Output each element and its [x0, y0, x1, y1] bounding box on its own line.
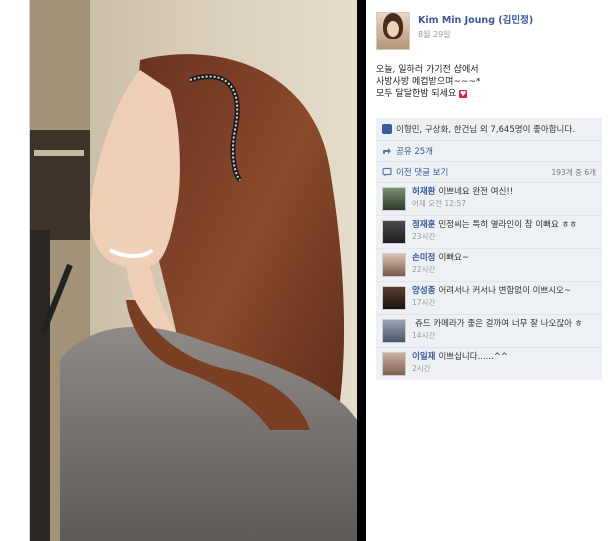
commenter-name[interactable]: 허재환 — [412, 187, 435, 197]
post-date[interactable]: 8월 29일 — [418, 29, 533, 40]
comment-item: 양성종 어려서나 커서나 변함없이 이쁘시오~ 17시간 — [376, 281, 602, 314]
comment-text: 이뻐요~ — [438, 253, 470, 263]
commenter-name[interactable]: 정재훈 — [412, 220, 435, 230]
post-caption: 오늘, 일하러 가기전 샵에서 사방사방 메컵받으며~~~* 모두 달달한밤 되… — [376, 64, 602, 100]
comment-bubble-icon — [382, 167, 392, 177]
comment-count: 193개 중 6개 — [551, 167, 596, 177]
comment-time[interactable]: 2시간 — [412, 364, 431, 373]
comment-item: 이일재 이쁘십니다......^^ 2시간 — [376, 347, 602, 380]
commenter-avatar[interactable] — [382, 352, 406, 376]
commenter-name[interactable]: 이일재 — [412, 352, 435, 362]
commenter-avatar[interactable] — [382, 187, 406, 211]
photo-frame-border — [357, 0, 366, 541]
profile-photo — [30, 0, 357, 541]
heart-icon: ♥ — [459, 89, 468, 98]
commenter-avatar[interactable] — [382, 220, 406, 244]
left-sidebar-edge — [0, 0, 30, 541]
comment-item: 손미정 이뻐요~ 22시간 — [376, 248, 602, 281]
comment-time[interactable]: 17시간 — [412, 298, 435, 307]
previous-comments-link[interactable]: 이전 댓글 보기 — [396, 166, 448, 178]
comment-text: 이쁘네요 완전 여신!! — [438, 187, 514, 197]
post-details-panel: Kim Min Joung (김민정) 8월 29일 오늘, 일하러 가기전 샵… — [366, 0, 610, 541]
commenter-avatar[interactable] — [382, 286, 406, 310]
commenter-avatar[interactable] — [382, 319, 406, 343]
comment-text: 어려서나 커서나 변함없이 이쁘시오~ — [438, 286, 571, 296]
share-text[interactable]: 공유 25개 — [396, 145, 433, 157]
thumbs-up-icon — [382, 124, 392, 134]
previous-comments-row[interactable]: 이전 댓글 보기 193개 중 6개 — [376, 161, 602, 182]
comment-time[interactable]: 23시간 — [412, 232, 435, 241]
caption-line-2: 사방사방 메컵받으며~~~* — [376, 77, 481, 87]
comment-text: 민정씨는 특히 옆라인이 참 이뻐요 ㅎㅎ — [438, 220, 578, 230]
commenter-avatar[interactable] — [382, 253, 406, 277]
author-header: Kim Min Joung (김민정) 8월 29일 — [376, 12, 602, 50]
commenter-name[interactable]: 양성종 — [412, 286, 435, 296]
caption-line-3: 모두 달달한밤 되세요 — [376, 89, 457, 99]
author-avatar[interactable] — [376, 12, 410, 50]
comment-time[interactable]: 어제 오전 12:57 — [412, 199, 466, 208]
comment-time[interactable]: 14시간 — [412, 331, 435, 340]
photo-viewer[interactable] — [30, 0, 357, 541]
commenter-name[interactable]: 손미정 — [412, 253, 435, 263]
caption-line-1: 오늘, 일하러 가기전 샵에서 — [376, 65, 479, 75]
comment-text: 이쁘십니다......^^ — [438, 352, 509, 362]
author-name-link[interactable]: Kim Min Joung (김민정) — [418, 12, 533, 26]
share-icon — [383, 148, 391, 154]
likes-summary[interactable]: 이형민, 구상화, 한건님 외 7,645명이 좋아합니다. — [376, 118, 602, 140]
comment-item: 정재훈 민정씨는 특히 옆라인이 참 이뻐요 ㅎㅎ 23시간 — [376, 215, 602, 248]
comment-item: 쥬드 카메라가 좋은 걸까여 너무 잘 나오잖아 ㅎ 14시간 — [376, 314, 602, 347]
likes-text[interactable]: 이형민, 구상화, 한건님 외 7,645명이 좋아합니다. — [396, 123, 575, 135]
share-count-row[interactable]: 공유 25개 — [376, 140, 602, 161]
comment-time[interactable]: 22시간 — [412, 265, 435, 274]
comment-text: 쥬드 카메라가 좋은 걸까여 너무 잘 나오잖아 ㅎ — [415, 319, 583, 329]
comment-item: 허재환 이쁘네요 완전 여신!! 어제 오전 12:57 — [376, 182, 602, 215]
